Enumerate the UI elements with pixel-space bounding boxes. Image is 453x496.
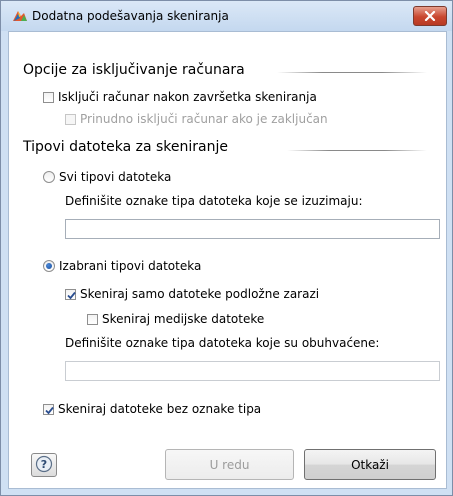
- close-button[interactable]: [413, 6, 447, 26]
- force-shutdown-option: Prinudno isključi računar ako je zaključ…: [65, 112, 328, 126]
- shutdown-after-scan-checkbox[interactable]: [43, 91, 54, 103]
- all-file-types-label: Svi tipovi datoteka: [59, 170, 172, 184]
- no-extension-label: Skeniraj datoteke bez oznake tipa: [58, 402, 262, 416]
- infectable-only-label: Skeniraj samo datoteke podložne zarazi: [80, 287, 320, 301]
- all-file-types-option[interactable]: Svi tipovi datoteka: [43, 170, 171, 184]
- shutdown-section-title: Opcije za isključivanje računara: [23, 62, 245, 78]
- shutdown-after-scan-option[interactable]: Isključi računar nakon završetka skenira…: [43, 90, 317, 104]
- selected-file-types-option[interactable]: Izabrani tipovi datoteka: [43, 259, 201, 273]
- force-shutdown-label: Prinudno isključi računar ako je zaključ…: [80, 112, 328, 126]
- help-icon: ?: [35, 455, 53, 476]
- media-files-option[interactable]: Skeniraj medijske datoteke: [87, 312, 264, 326]
- file-types-section-title: Tipovi datoteka za skeniranje: [23, 139, 228, 155]
- infectable-only-checkbox[interactable]: [65, 288, 76, 300]
- help-button[interactable]: ?: [31, 453, 57, 477]
- svg-text:?: ?: [41, 458, 47, 471]
- excluded-extensions-input[interactable]: [65, 219, 440, 239]
- excluded-extensions-label: Definišite oznake tipa datoteka koje se …: [65, 194, 363, 208]
- title-bar[interactable]: Dodatna podešavanja skeniranja: [1, 1, 452, 31]
- section-divider: [277, 72, 427, 73]
- no-extension-option[interactable]: Skeniraj datoteke bez oznake tipa: [43, 402, 261, 416]
- selected-file-types-label: Izabrani tipovi datoteka: [59, 259, 202, 273]
- window-title: Dodatna podešavanja skeniranja: [32, 9, 229, 23]
- no-extension-checkbox[interactable]: [43, 403, 54, 415]
- force-shutdown-checkbox: [65, 113, 76, 125]
- section-divider: [287, 150, 427, 151]
- included-extensions-input[interactable]: [65, 361, 440, 381]
- cancel-button[interactable]: Otkaži: [304, 449, 436, 480]
- included-extensions-label: Definišite oznake tipa datoteka koje su …: [65, 336, 380, 350]
- avg-logo-icon: [12, 8, 28, 24]
- dialog-content: Opcije za isključivanje računara Isključ…: [8, 31, 447, 489]
- dialog-window: Dodatna podešavanja skeniranja Opcije za…: [0, 0, 453, 496]
- media-files-checkbox[interactable]: [87, 313, 98, 325]
- all-file-types-radio[interactable]: [43, 171, 55, 183]
- close-icon: [424, 11, 436, 21]
- shutdown-after-scan-label: Isključi računar nakon završetka skenira…: [58, 90, 317, 104]
- infectable-only-option[interactable]: Skeniraj samo datoteke podložne zarazi: [65, 287, 319, 301]
- media-files-label: Skeniraj medijske datoteke: [102, 312, 265, 326]
- ok-button[interactable]: U redu: [165, 449, 294, 480]
- selected-file-types-radio[interactable]: [43, 260, 55, 272]
